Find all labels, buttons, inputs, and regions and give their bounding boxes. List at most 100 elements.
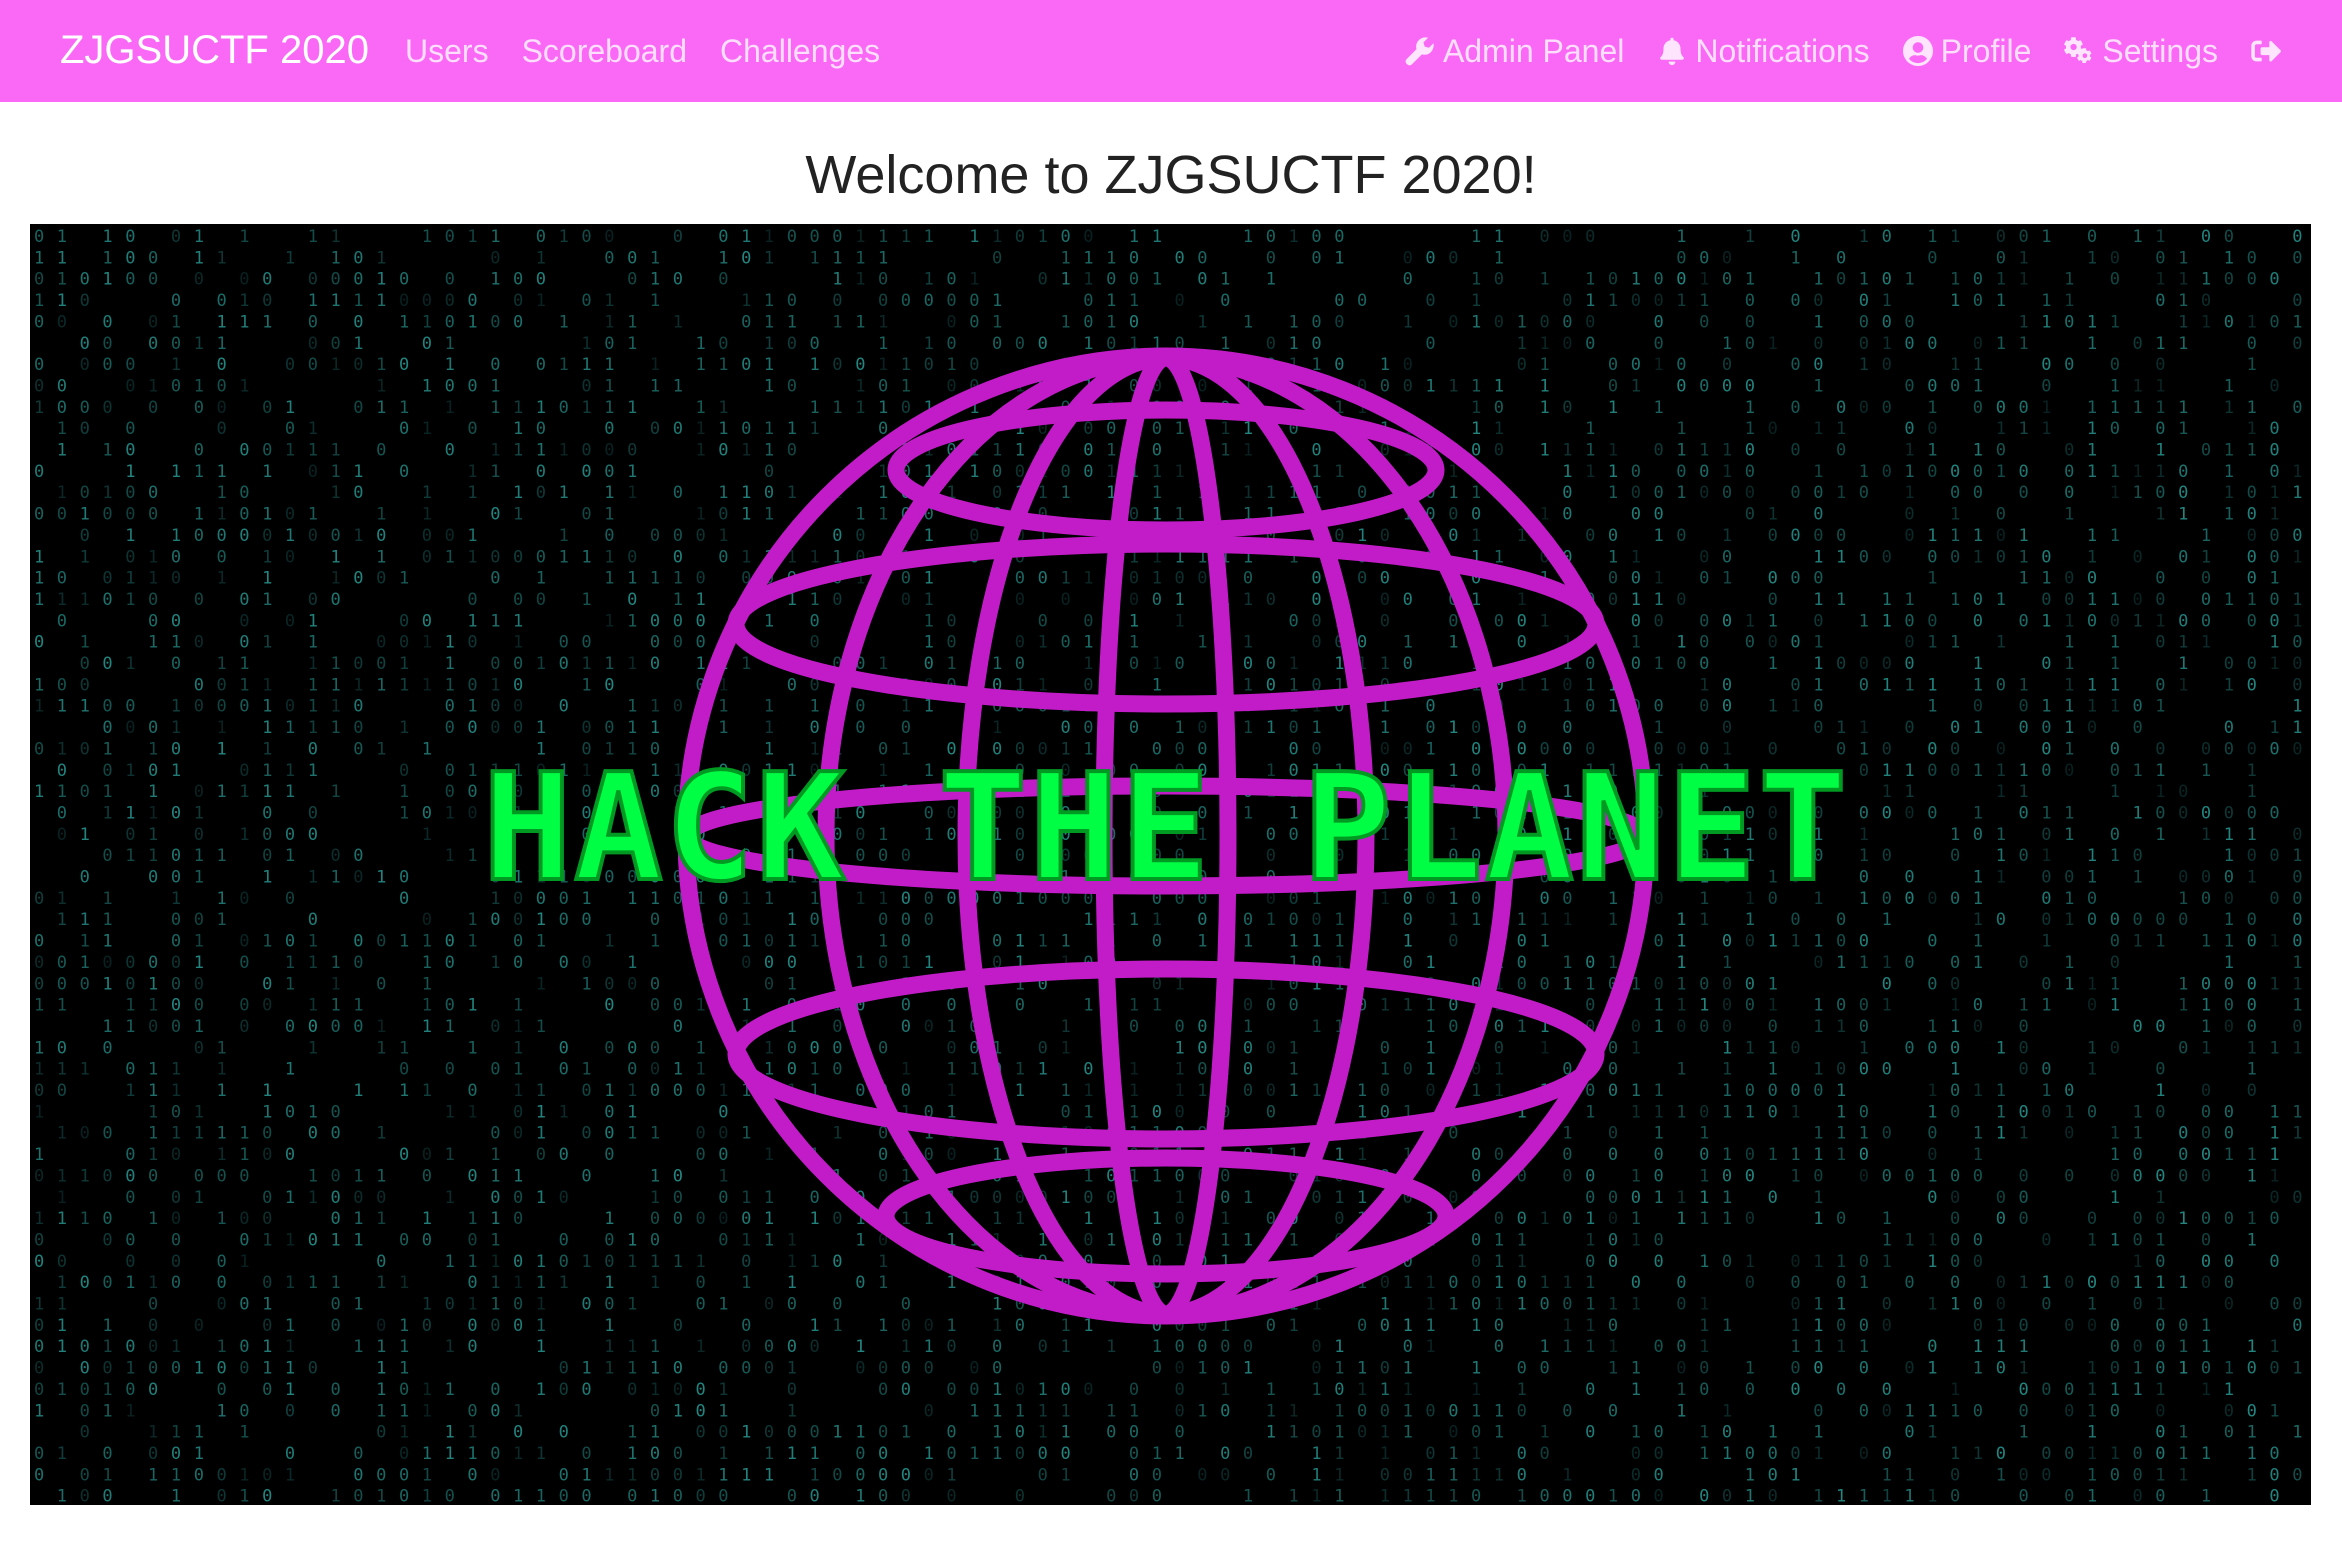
svg-text:0: 0 <box>1996 1359 2006 1379</box>
svg-text:1: 1 <box>536 932 546 952</box>
svg-text:1: 1 <box>2087 590 2097 610</box>
svg-text:1: 1 <box>627 611 637 631</box>
svg-text:1: 1 <box>1996 462 2006 482</box>
svg-text:1: 1 <box>1676 1401 1686 1421</box>
svg-text:1: 1 <box>1950 227 1960 247</box>
svg-text:0: 0 <box>1562 334 1572 354</box>
svg-text:1: 1 <box>1676 932 1686 952</box>
svg-text:0: 0 <box>1904 804 1914 824</box>
svg-text:0: 0 <box>1745 462 1755 482</box>
svg-text:0: 0 <box>217 697 227 717</box>
nav-admin-panel-link[interactable]: Admin Panel <box>1404 33 1624 70</box>
svg-text:0: 0 <box>2201 1209 2211 1229</box>
svg-text:1: 1 <box>1973 718 1983 738</box>
svg-text:0: 0 <box>718 1102 728 1122</box>
svg-text:1: 1 <box>1790 1465 1800 1485</box>
svg-text:1: 1 <box>992 1423 1002 1443</box>
svg-text:1: 1 <box>331 483 341 503</box>
svg-text:0: 0 <box>1745 633 1755 653</box>
svg-text:1: 1 <box>1152 483 1162 503</box>
svg-text:1: 1 <box>673 590 683 610</box>
svg-text:0: 0 <box>445 291 455 311</box>
svg-text:0: 0 <box>2041 889 2051 909</box>
svg-text:0: 0 <box>171 953 181 973</box>
svg-text:0: 0 <box>2110 270 2120 290</box>
svg-text:0: 0 <box>57 1252 67 1272</box>
svg-text:0: 0 <box>2292 633 2302 653</box>
svg-text:1: 1 <box>650 1487 660 1505</box>
svg-text:0: 0 <box>1129 654 1139 674</box>
nav-users-link[interactable]: Users <box>405 33 489 70</box>
svg-text:0: 0 <box>1676 654 1686 674</box>
svg-text:0: 0 <box>2247 248 2257 268</box>
svg-text:1: 1 <box>673 1401 683 1421</box>
svg-text:1: 1 <box>148 633 158 653</box>
nav-settings-link[interactable]: Settings <box>2063 33 2218 70</box>
svg-text:0: 0 <box>34 312 44 332</box>
svg-text:1: 1 <box>1699 1444 1709 1464</box>
svg-text:1: 1 <box>1083 1081 1093 1101</box>
svg-text:1: 1 <box>1859 355 1869 375</box>
svg-text:0: 0 <box>1083 675 1093 695</box>
svg-text:1: 1 <box>810 697 820 717</box>
svg-text:1: 1 <box>171 1465 181 1485</box>
svg-text:0: 0 <box>1494 1145 1504 1165</box>
svg-text:1: 1 <box>696 1465 706 1485</box>
svg-text:1: 1 <box>2133 1359 2143 1379</box>
svg-text:0: 0 <box>2064 483 2074 503</box>
svg-text:0: 0 <box>741 1337 751 1357</box>
svg-text:0: 0 <box>2041 974 2051 994</box>
svg-text:0: 0 <box>1562 1209 1572 1229</box>
svg-text:0: 0 <box>376 1423 386 1443</box>
nav-logout-link[interactable] <box>2250 35 2282 67</box>
svg-text:0: 0 <box>2041 825 2051 845</box>
svg-text:0: 0 <box>1197 270 1207 290</box>
nav-challenges-link[interactable]: Challenges <box>720 33 880 70</box>
svg-text:0: 0 <box>353 1444 363 1464</box>
svg-text:0: 0 <box>1266 248 1276 268</box>
svg-text:0: 0 <box>1859 312 1869 332</box>
svg-text:0: 0 <box>1494 1017 1504 1037</box>
nav-scoreboard-link[interactable]: Scoreboard <box>522 33 687 70</box>
svg-text:0: 0 <box>878 1359 888 1379</box>
svg-text:1: 1 <box>1631 547 1641 567</box>
svg-text:1: 1 <box>1745 419 1755 439</box>
svg-text:0: 0 <box>764 1359 774 1379</box>
svg-text:0: 0 <box>1425 291 1435 311</box>
svg-text:0: 0 <box>2133 1166 2143 1186</box>
svg-text:1: 1 <box>2155 611 2165 631</box>
svg-text:1: 1 <box>2064 1102 2074 1122</box>
svg-text:0: 0 <box>1859 547 1869 567</box>
svg-text:0: 0 <box>673 697 683 717</box>
svg-text:0: 0 <box>1768 1102 1778 1122</box>
svg-text:1: 1 <box>1699 1423 1709 1443</box>
svg-text:1: 1 <box>1540 1273 1550 1293</box>
svg-text:0: 0 <box>513 1102 523 1122</box>
svg-text:0: 0 <box>171 974 181 994</box>
svg-text:1: 1 <box>490 1273 500 1293</box>
svg-text:0: 0 <box>1813 483 1823 503</box>
svg-text:1: 1 <box>239 1423 249 1443</box>
brand-link[interactable]: ZJGSUCTF 2020 <box>60 0 369 102</box>
svg-text:1: 1 <box>1334 1444 1344 1464</box>
svg-text:1: 1 <box>855 1487 865 1505</box>
svg-text:1: 1 <box>878 398 888 418</box>
svg-text:1: 1 <box>513 505 523 525</box>
svg-text:1: 1 <box>1608 483 1618 503</box>
svg-text:0: 0 <box>2019 953 2029 973</box>
svg-text:1: 1 <box>331 547 341 567</box>
svg-text:0: 0 <box>1904 654 1914 674</box>
svg-text:0: 0 <box>1152 1359 1162 1379</box>
svg-text:1: 1 <box>604 1316 614 1336</box>
svg-text:0: 0 <box>787 1295 797 1315</box>
svg-text:0: 0 <box>1699 1017 1709 1037</box>
svg-text:0: 0 <box>2110 761 2120 781</box>
svg-text:1: 1 <box>992 1401 1002 1421</box>
svg-text:0: 0 <box>399 1380 409 1400</box>
nav-profile-link[interactable]: Profile <box>1902 33 2031 70</box>
svg-text:1: 1 <box>1836 419 1846 439</box>
svg-text:0: 0 <box>2155 1444 2165 1464</box>
svg-text:1: 1 <box>1494 1081 1504 1101</box>
nav-notifications-link[interactable]: Notifications <box>1656 33 1870 70</box>
svg-text:1: 1 <box>1061 932 1071 952</box>
